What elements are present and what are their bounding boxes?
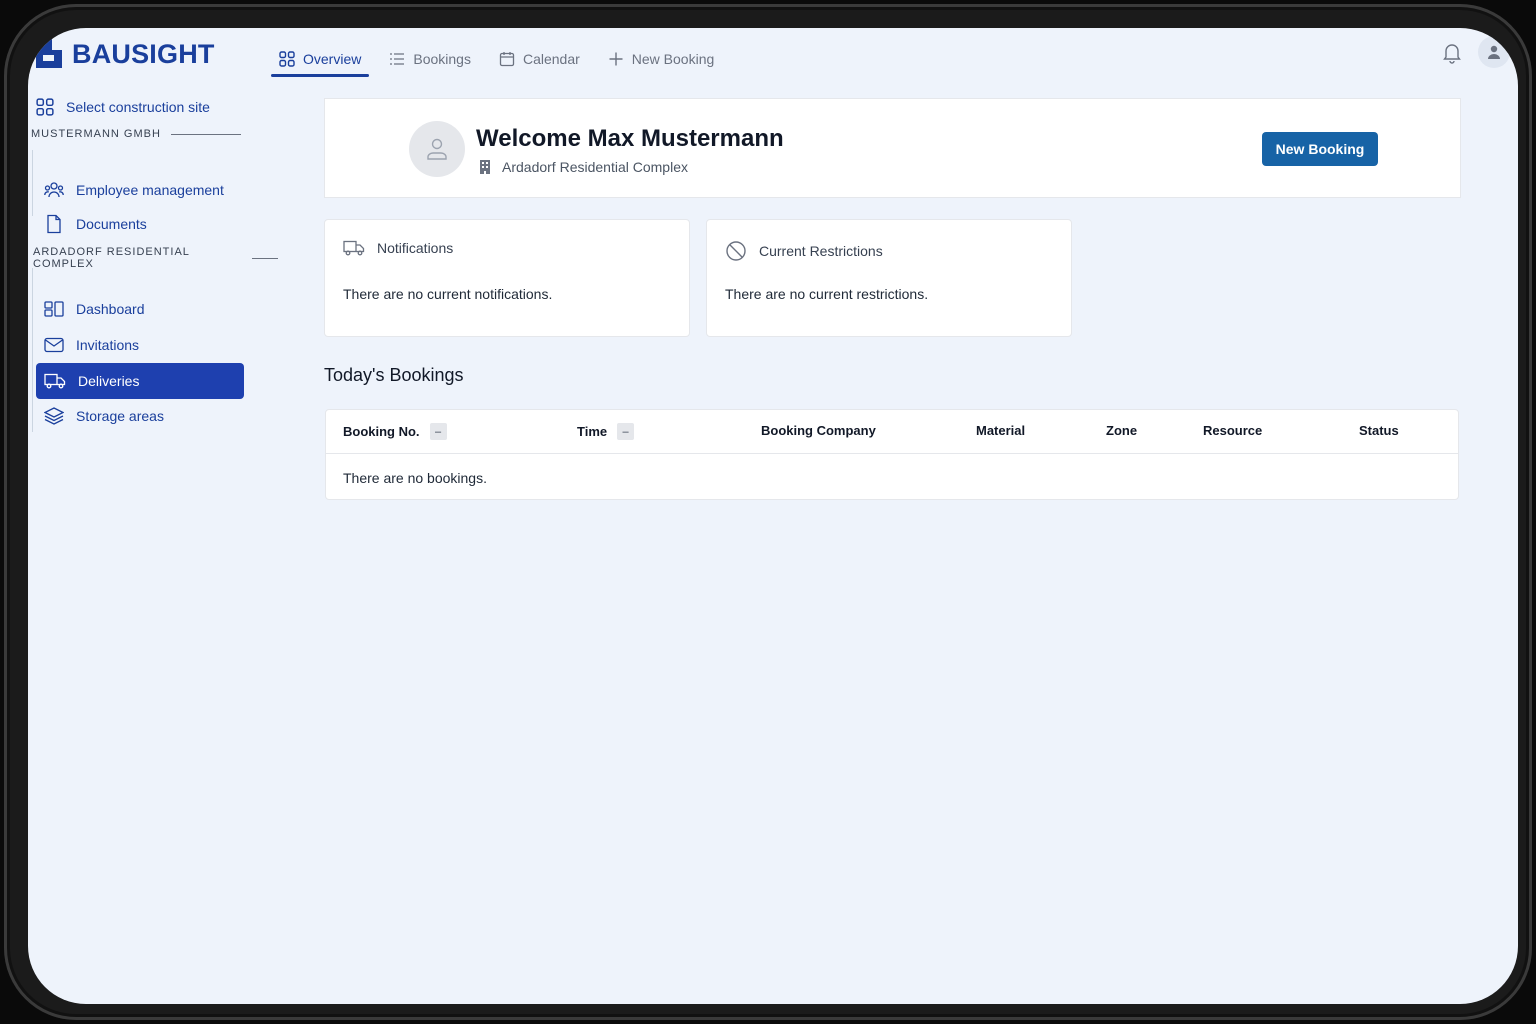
top-navigation: Overview Bookings Calendar New Booking: [271, 42, 734, 77]
user-icon: [427, 138, 447, 160]
column-booking-company: Booking Company: [761, 423, 876, 438]
sidebar-item-dashboard[interactable]: Dashboard: [36, 291, 244, 327]
column-label: Material: [976, 423, 1026, 438]
grid-icon: [279, 51, 295, 67]
app-screen: BAUSIGHT Overview Bookings Calendar New …: [28, 28, 1518, 1004]
bookings-table: Booking No. – Time – Booking Company Mat…: [325, 409, 1459, 500]
bausight-logo-icon: [34, 38, 64, 70]
sidebar-item-label: Invitations: [76, 337, 140, 353]
device-frame: BAUSIGHT Overview Bookings Calendar New …: [4, 4, 1532, 1020]
card-title: Current Restrictions: [759, 243, 883, 259]
sidebar-item-label: Documents: [76, 216, 147, 232]
prohibited-icon: [726, 241, 746, 261]
site-name: Ardadorf Residential Complex: [502, 159, 688, 175]
profile-avatar: [409, 121, 465, 177]
sidebar-item-label: Storage areas: [76, 408, 164, 424]
layers-icon: [44, 407, 64, 425]
tab-label: Bookings: [413, 51, 471, 67]
document-icon: [47, 214, 61, 234]
table-header: Booking No. – Time – Booking Company Mat…: [326, 410, 1458, 454]
column-label: Resource: [1203, 423, 1263, 438]
users-icon: [44, 182, 64, 198]
notifications-card: Notifications There are no current notif…: [324, 219, 690, 337]
sidebar-item-invitations[interactable]: Invitations: [36, 327, 244, 363]
sidebar-item-storage-areas[interactable]: Storage areas: [36, 398, 244, 434]
sort-icon[interactable]: –: [429, 423, 447, 440]
column-material: Material: [976, 423, 1025, 438]
empty-table-message: There are no bookings.: [343, 470, 487, 486]
sidebar-item-deliveries[interactable]: Deliveries: [36, 363, 244, 399]
group-title-text: ARDADORF RESIDENTIAL COMPLEX: [33, 246, 190, 270]
building-icon: [480, 160, 490, 174]
column-label: Booking No.: [343, 424, 420, 439]
divider: [170, 133, 241, 135]
select-construction-site[interactable]: Select construction site: [36, 92, 210, 122]
card-body: There are no current notifications.: [343, 286, 553, 302]
card-body: There are no current restrictions.: [725, 286, 929, 302]
sidebar-item-label: Deliveries: [78, 373, 140, 389]
user-icon: [1488, 45, 1500, 59]
truck-icon: [343, 240, 365, 256]
sidebar-item-documents[interactable]: Documents: [36, 206, 244, 242]
column-status: Status: [1359, 423, 1399, 438]
list-icon: [390, 53, 405, 65]
user-avatar[interactable]: [1478, 36, 1510, 68]
new-booking-button[interactable]: New Booking: [1262, 132, 1378, 166]
column-booking-no[interactable]: Booking No. –: [343, 423, 447, 440]
todays-bookings-title: Today's Bookings: [324, 365, 464, 385]
grid-icon: [36, 98, 54, 116]
dashboard-icon: [44, 301, 64, 317]
group-title-company: MUSTERMANN GMBH: [31, 128, 241, 140]
restrictions-card: Current Restrictions There are no curren…: [706, 219, 1072, 337]
group-title-text: MUSTERMANN GMBH: [31, 128, 161, 140]
tab-label: Calendar: [522, 51, 580, 67]
card-header: Current Restrictions: [725, 240, 883, 262]
sidebar-item-employee-management[interactable]: Employee management: [36, 172, 244, 208]
column-resource: Resource: [1203, 423, 1262, 438]
brand-name: BAUSIGHT: [72, 38, 215, 69]
bell-icon[interactable]: [1442, 42, 1464, 64]
divider: [251, 257, 278, 259]
sidebar-item-label: Employee management: [76, 182, 224, 198]
tab-label: Overview: [303, 51, 362, 67]
card-header: Notifications: [343, 240, 453, 256]
welcome-title: Welcome Max Mustermann: [476, 125, 784, 152]
group-rail: [32, 150, 33, 216]
tab-bookings[interactable]: Bookings: [381, 42, 479, 76]
group-title-site: ARDADORF RESIDENTIAL COMPLEX: [33, 246, 278, 270]
calendar-icon: [499, 52, 515, 67]
group-rail: [32, 268, 33, 432]
column-time[interactable]: Time –: [577, 423, 635, 440]
column-label: Status: [1359, 423, 1399, 438]
tab-new-booking[interactable]: New Booking: [600, 42, 723, 76]
current-site: Ardadorf Residential Complex: [478, 159, 688, 175]
column-label: Zone: [1106, 423, 1138, 438]
welcome-card: Welcome Max Mustermann Ardadorf Resident…: [324, 98, 1461, 198]
column-zone: Zone: [1106, 423, 1137, 438]
tab-label: New Booking: [631, 51, 715, 67]
mail-icon: [44, 337, 64, 353]
truck-icon: [44, 373, 66, 389]
sort-icon[interactable]: –: [617, 423, 635, 440]
sidebar-item-label: Dashboard: [76, 301, 145, 317]
select-site-label: Select construction site: [66, 99, 210, 115]
tab-calendar[interactable]: Calendar: [491, 42, 588, 76]
column-label: Booking Company: [761, 423, 876, 438]
plus-icon: [609, 52, 623, 66]
brand-logo[interactable]: BAUSIGHT: [34, 38, 215, 70]
column-label: Time: [577, 424, 608, 439]
card-title: Notifications: [377, 240, 454, 256]
tab-overview[interactable]: Overview: [271, 42, 370, 77]
